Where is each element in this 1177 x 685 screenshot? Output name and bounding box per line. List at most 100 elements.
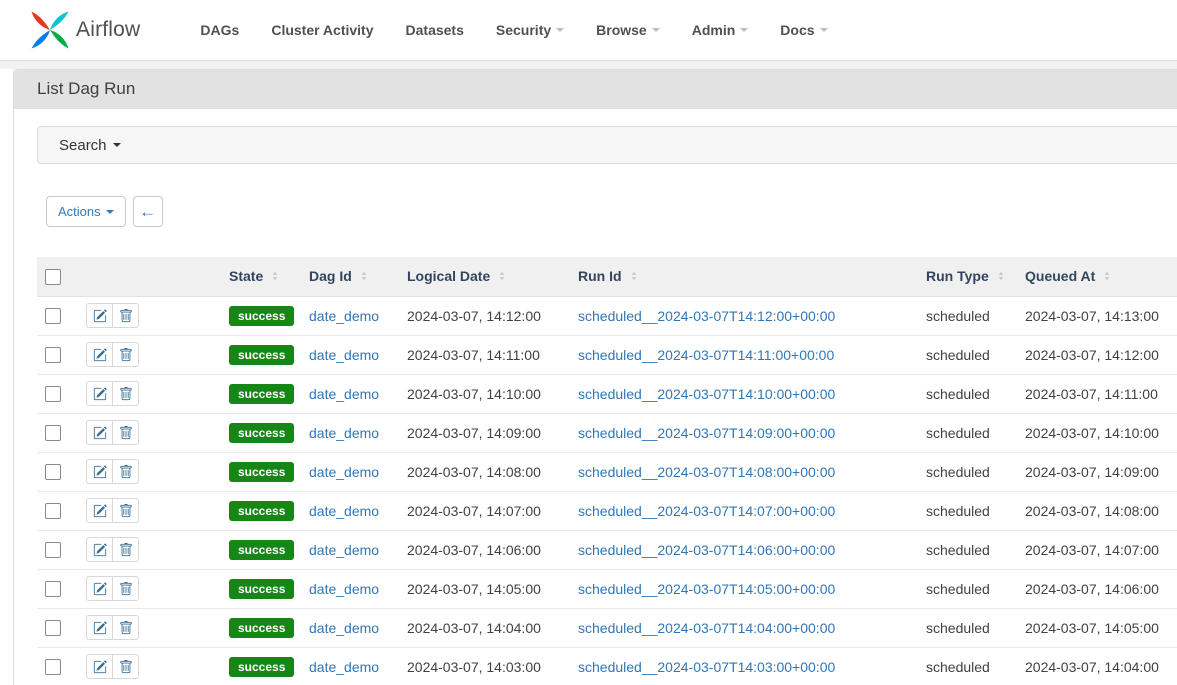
state-badge: success (229, 462, 294, 482)
caret-down-icon (556, 28, 564, 32)
nav-item[interactable]: Docs (764, 12, 843, 48)
run-id-link[interactable]: scheduled__2024-03-07T14:09:00+00:00 (578, 425, 835, 441)
delete-button[interactable] (112, 615, 139, 640)
edit-button[interactable] (86, 420, 113, 445)
dag-id-link[interactable]: date_demo (309, 425, 379, 441)
column-header-state[interactable]: State (229, 268, 281, 284)
state-badge: success (229, 423, 294, 443)
logical-date-cell: 2024-03-07, 14:10:00 (399, 374, 570, 413)
edit-button[interactable] (86, 342, 113, 367)
run-id-link[interactable]: scheduled__2024-03-07T14:08:00+00:00 (578, 464, 835, 480)
dag-id-link[interactable]: date_demo (309, 386, 379, 402)
table-row: success date_demo 2024-03-07, 14:08:00 s… (37, 452, 1177, 491)
row-checkbox[interactable] (45, 347, 61, 363)
trash-icon (119, 543, 133, 557)
run-id-link[interactable]: scheduled__2024-03-07T14:11:00+00:00 (578, 347, 834, 363)
actions-button[interactable]: Actions (46, 196, 126, 227)
run-id-link[interactable]: scheduled__2024-03-07T14:12:00+00:00 (578, 308, 835, 324)
nav-item[interactable]: Security (480, 12, 580, 48)
sort-icon (1101, 269, 1113, 283)
edit-button[interactable] (86, 654, 113, 679)
column-header-queued-at[interactable]: Queued At (1025, 268, 1113, 284)
sort-icon (995, 269, 1007, 283)
row-checkbox[interactable] (45, 464, 61, 480)
edit-button[interactable] (86, 576, 113, 601)
delete-button[interactable] (112, 420, 139, 445)
row-checkbox[interactable] (45, 308, 61, 324)
row-checkbox[interactable] (45, 386, 61, 402)
trash-icon (119, 465, 133, 479)
pencil-square-icon (93, 582, 107, 596)
row-checkbox[interactable] (45, 581, 61, 597)
row-checkbox[interactable] (45, 542, 61, 558)
row-checkbox[interactable] (45, 503, 61, 519)
pencil-square-icon (93, 660, 107, 674)
nav-item[interactable]: DAGs (184, 12, 255, 48)
column-header-run-id[interactable]: Run Id (578, 268, 640, 284)
dag-id-link[interactable]: date_demo (309, 620, 379, 636)
delete-button[interactable] (112, 498, 139, 523)
table-row: success date_demo 2024-03-07, 14:07:00 s… (37, 491, 1177, 530)
dag-id-link[interactable]: date_demo (309, 581, 379, 597)
run-id-link[interactable]: scheduled__2024-03-07T14:05:00+00:00 (578, 581, 835, 597)
dag-id-link[interactable]: date_demo (309, 659, 379, 675)
sort-icon (358, 269, 370, 283)
column-header-dag-id[interactable]: Dag Id (309, 268, 370, 284)
table-row: success date_demo 2024-03-07, 14:12:00 s… (37, 296, 1177, 335)
nav-item[interactable]: Browse (580, 12, 676, 48)
pencil-square-icon (93, 387, 107, 401)
queued-at-cell: 2024-03-07, 14:09:00 (1017, 452, 1177, 491)
logical-date-cell: 2024-03-07, 14:08:00 (399, 452, 570, 491)
dag-id-link[interactable]: date_demo (309, 542, 379, 558)
table-row: success date_demo 2024-03-07, 14:06:00 s… (37, 530, 1177, 569)
row-checkbox[interactable] (45, 425, 61, 441)
delete-button[interactable] (112, 537, 139, 562)
back-button[interactable]: ← (133, 196, 163, 227)
dag-id-link[interactable]: date_demo (309, 464, 379, 480)
delete-button[interactable] (112, 654, 139, 679)
search-dropdown[interactable]: Search (37, 126, 1177, 164)
dag-id-link[interactable]: date_demo (309, 503, 379, 519)
run-id-link[interactable]: scheduled__2024-03-07T14:03:00+00:00 (578, 659, 835, 675)
nav-item[interactable]: Admin (676, 12, 765, 48)
delete-button[interactable] (112, 459, 139, 484)
row-action-buttons (86, 654, 139, 679)
dag-id-link[interactable]: date_demo (309, 347, 379, 363)
nav-item-label: Cluster Activity (271, 22, 373, 38)
row-action-buttons (86, 420, 139, 445)
delete-button[interactable] (112, 576, 139, 601)
run-id-link[interactable]: scheduled__2024-03-07T14:04:00+00:00 (578, 620, 835, 636)
run-type-cell: scheduled (918, 608, 1017, 647)
delete-button[interactable] (112, 342, 139, 367)
airflow-brand[interactable]: Airflow (28, 8, 140, 52)
table-row: success date_demo 2024-03-07, 14:10:00 s… (37, 374, 1177, 413)
run-id-link[interactable]: scheduled__2024-03-07T14:06:00+00:00 (578, 542, 835, 558)
trash-icon (119, 504, 133, 518)
edit-button[interactable] (86, 459, 113, 484)
select-all-checkbox[interactable] (45, 269, 61, 285)
column-header-run-type[interactable]: Run Type (926, 268, 1007, 284)
trash-icon (119, 309, 133, 323)
row-checkbox[interactable] (45, 620, 61, 636)
edit-button[interactable] (86, 615, 113, 640)
column-header-logical-date[interactable]: Logical Date (407, 268, 508, 284)
table-row: success date_demo 2024-03-07, 14:05:00 s… (37, 569, 1177, 608)
row-checkbox[interactable] (45, 659, 61, 675)
delete-button[interactable] (112, 303, 139, 328)
run-type-cell: scheduled (918, 569, 1017, 608)
run-id-link[interactable]: scheduled__2024-03-07T14:10:00+00:00 (578, 386, 835, 402)
queued-at-cell: 2024-03-07, 14:13:00 (1017, 296, 1177, 335)
run-type-cell: scheduled (918, 491, 1017, 530)
nav-item[interactable]: Cluster Activity (255, 12, 389, 48)
nav-item[interactable]: Datasets (390, 12, 480, 48)
edit-button[interactable] (86, 303, 113, 328)
delete-button[interactable] (112, 381, 139, 406)
caret-down-icon (820, 28, 828, 32)
edit-button[interactable] (86, 381, 113, 406)
dag-id-link[interactable]: date_demo (309, 308, 379, 324)
run-id-link[interactable]: scheduled__2024-03-07T14:07:00+00:00 (578, 503, 835, 519)
main-nav: DAGs Cluster Activity Datasets Security … (184, 12, 843, 48)
table-header-row: State Dag Id Logical Date Run Id (37, 257, 1177, 296)
edit-button[interactable] (86, 537, 113, 562)
edit-button[interactable] (86, 498, 113, 523)
